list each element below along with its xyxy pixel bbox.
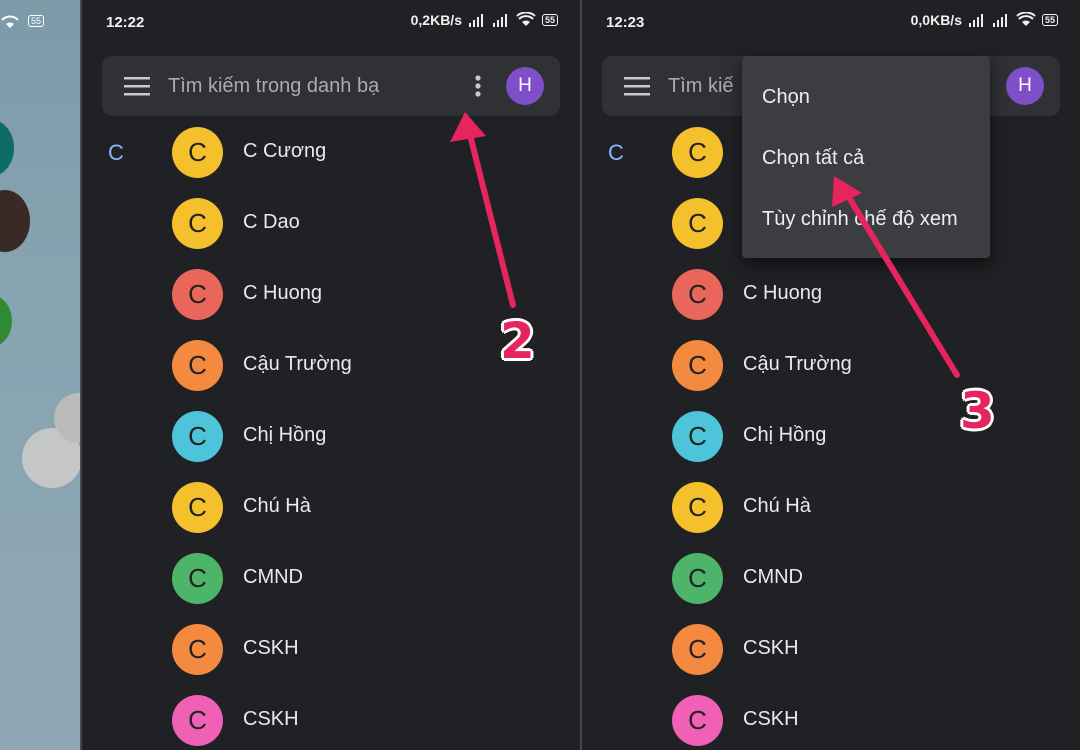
contact-avatar: C [172,198,223,249]
contact-name: Chú Hà [743,495,811,517]
contact-name: C Dao [243,211,300,233]
list-item[interactable]: C C Cương [172,127,572,179]
status-time: 12:22 [106,14,145,31]
contact-avatar: C [672,553,723,604]
search-input[interactable]: Tìm kiếm trong danh bạ [168,75,379,98]
list-item[interactable]: C Chú Hà [172,482,572,534]
status-bar: 12:23 0,0KB/s 55 [582,0,1080,44]
contact-avatar: C [172,624,223,675]
section-letter: C [108,140,124,165]
contact-avatar: C [672,127,723,178]
signal-icon [492,14,507,27]
contact-avatar: C [172,482,223,533]
app-icon[interactable] [0,120,14,176]
contact-avatar: C [672,198,723,249]
menu-item-customize-view[interactable]: Tùy chỉnh chế độ xem [762,208,958,231]
contact-name: CSKH [243,708,299,730]
contact-avatar: C [672,482,723,533]
contact-name: Chị Hồng [243,424,327,446]
list-item[interactable]: C Cậu Trường [672,340,1072,392]
contacts-screen-1: 12:22 0,2KB/s 55 Tìm kiếm trong danh bạ … [82,0,580,750]
contact-avatar: C [672,411,723,462]
list-item[interactable]: C CSKH [672,695,1072,747]
list-item[interactable]: C CMND [672,553,1072,605]
battery-icon: 55 [541,14,558,26]
contact-name: Cậu Trường [243,353,352,375]
contact-name: CSKH [243,637,299,659]
network-speed: 0,2KB/s [410,12,462,28]
wifi-icon [1,15,19,28]
contact-name: CMND [243,566,303,588]
app-icon[interactable] [0,295,12,347]
list-item[interactable]: C CSKH [672,624,1072,676]
contact-name: CSKH [743,708,799,730]
contact-name: CMND [743,566,803,588]
contact-avatar: C [672,340,723,391]
left-status-bar: 55 [0,14,80,32]
contact-avatar: C [672,624,723,675]
signal-icon [468,14,483,27]
list-item[interactable]: C Chị Hồng [172,411,572,463]
signal-icon [968,14,983,27]
contact-name: C Cương [243,140,327,162]
contact-name: Chị Hồng [743,424,827,446]
menu-item-select[interactable]: Chọn [762,86,810,109]
hamburger-menu-icon[interactable] [624,76,650,96]
list-item[interactable]: C CSKH [172,624,572,676]
status-bar: 12:22 0,2KB/s 55 [82,0,580,44]
contact-name: CSKH [743,637,799,659]
contact-avatar: C [172,411,223,462]
list-item[interactable]: C Chị Hồng [672,411,1072,463]
wifi-icon [1016,12,1036,26]
contact-avatar: C [172,695,223,746]
account-avatar[interactable]: H [506,67,544,105]
account-avatar[interactable]: H [1006,67,1044,105]
contact-avatar: C [672,695,723,746]
step-number: 2 [500,312,535,370]
search-bar[interactable]: Tìm kiếm trong danh bạ H [102,56,560,116]
network-speed: 0,0KB/s [910,12,962,28]
contact-name: C Huong [743,282,822,304]
list-item[interactable]: C Chú Hà [672,482,1072,534]
contact-avatar: C [172,127,223,178]
overflow-menu: Chọn Chọn tất cả Tùy chỉnh chế độ xem [742,56,990,258]
search-input[interactable]: Tìm kiế [668,75,734,98]
contact-name: Cậu Trường [743,353,852,375]
section-letter: C [608,140,624,165]
signal-icon [992,14,1007,27]
list-item[interactable]: C CMND [172,553,572,605]
status-time: 12:23 [606,14,645,31]
more-options-icon[interactable] [474,74,482,98]
contact-avatar: C [172,553,223,604]
contact-name: C Huong [243,282,322,304]
contact-avatar: C [172,340,223,391]
wifi-icon [516,12,536,26]
list-item[interactable]: C C Dao [172,198,572,250]
list-item[interactable]: C C Huong [672,269,1072,321]
home-screen-edge: 55 [0,0,80,750]
contact-name: Chú Hà [243,495,311,517]
hamburger-menu-icon[interactable] [124,76,150,96]
contacts-screen-2: 12:23 0,0KB/s 55 Tìm kiế H C CCCC Huong C… [582,0,1080,750]
menu-item-select-all[interactable]: Chọn tất cả [762,147,864,170]
battery-icon: 55 [28,15,45,27]
contact-avatar: C [172,269,223,320]
app-icon[interactable] [0,190,30,252]
step-number: 3 [960,382,995,440]
list-item[interactable]: C CSKH [172,695,572,747]
contact-avatar: C [672,269,723,320]
battery-icon: 55 [1041,14,1058,26]
